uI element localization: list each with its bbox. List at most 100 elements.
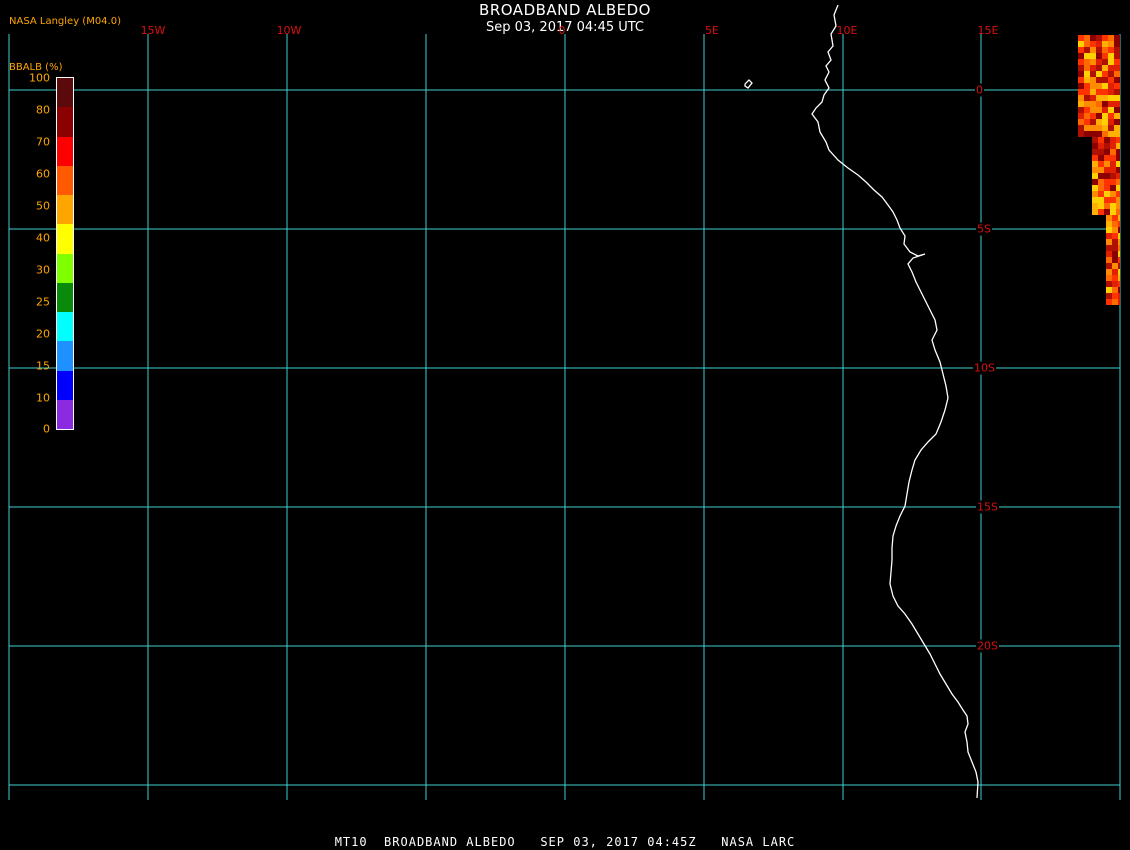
albedo-cell: [1114, 119, 1120, 125]
albedo-cell: [1098, 161, 1104, 167]
albedo-cell: [1078, 77, 1084, 83]
albedo-cell: [1118, 257, 1120, 263]
albedo-cell: [1084, 77, 1090, 83]
lat-label-10s: 10S: [973, 361, 996, 375]
albedo-cell: [1096, 71, 1102, 77]
albedo-cell: [1112, 215, 1118, 221]
albedo-cell: [1112, 245, 1118, 251]
albedo-cell: [1110, 149, 1116, 155]
albedo-data-swath: [1078, 35, 1120, 305]
albedo-cell: [1084, 53, 1090, 59]
albedo-cell: [1104, 167, 1110, 173]
lon-label-10w: 10W: [276, 24, 302, 37]
albedo-cell: [1104, 191, 1110, 197]
albedo-cell: [1096, 131, 1102, 137]
albedo-cell: [1104, 203, 1110, 209]
albedo-cell: [1108, 95, 1114, 101]
albedo-cell: [1098, 149, 1104, 155]
albedo-cell: [1096, 107, 1102, 113]
albedo-cell: [1108, 59, 1114, 65]
albedo-cell: [1078, 65, 1084, 71]
albedo-cell: [1110, 167, 1116, 173]
albedo-cell: [1104, 179, 1110, 185]
albedo-cell: [1098, 191, 1104, 197]
albedo-cell: [1102, 95, 1108, 101]
lat-label-20s: 20S: [976, 639, 999, 653]
albedo-cell: [1114, 77, 1120, 83]
albedo-cell: [1078, 95, 1084, 101]
albedo-cell: [1108, 41, 1114, 47]
albedo-cell: [1090, 47, 1096, 53]
albedo-cell: [1104, 137, 1110, 143]
albedo-cell: [1118, 281, 1120, 287]
albedo-cell: [1090, 53, 1096, 59]
albedo-cell: [1090, 65, 1096, 71]
albedo-cell: [1114, 35, 1120, 41]
legend-tick: 40: [36, 231, 50, 245]
albedo-cell: [1090, 107, 1096, 113]
legend-tick: 30: [36, 263, 50, 277]
albedo-cell: [1110, 161, 1116, 167]
albedo-cell: [1114, 59, 1120, 65]
albedo-cell: [1114, 113, 1120, 119]
albedo-cell: [1108, 125, 1114, 131]
albedo-cell: [1114, 95, 1120, 101]
albedo-cell: [1092, 179, 1098, 185]
albedo-cell: [1096, 119, 1102, 125]
albedo-cell: [1106, 221, 1112, 227]
albedo-cell: [1110, 137, 1116, 143]
albedo-cell: [1114, 101, 1120, 107]
albedo-cell: [1116, 191, 1120, 197]
albedo-cell: [1084, 101, 1090, 107]
albedo-cell: [1116, 179, 1120, 185]
albedo-cell: [1098, 203, 1104, 209]
albedo-cell: [1090, 35, 1096, 41]
legend-tick: 70: [36, 135, 50, 149]
albedo-cell: [1114, 71, 1120, 77]
albedo-cell: [1078, 83, 1084, 89]
albedo-cell: [1112, 269, 1118, 275]
albedo-cell: [1114, 65, 1120, 71]
albedo-cell: [1098, 167, 1104, 173]
albedo-cell: [1102, 77, 1108, 83]
legend-tick: 50: [36, 199, 50, 213]
albedo-cell: [1110, 185, 1116, 191]
albedo-cell: [1106, 275, 1112, 281]
albedo-cell: [1110, 179, 1116, 185]
albedo-cell: [1090, 77, 1096, 83]
albedo-cell: [1114, 41, 1120, 47]
albedo-cell: [1118, 269, 1120, 275]
albedo-cell: [1098, 197, 1104, 203]
albedo-cell: [1102, 41, 1108, 47]
albedo-cell: [1108, 107, 1114, 113]
albedo-cell: [1084, 83, 1090, 89]
albedo-cell: [1092, 197, 1098, 203]
albedo-cell: [1078, 89, 1084, 95]
albedo-cell: [1084, 47, 1090, 53]
albedo-cell: [1092, 143, 1098, 149]
albedo-cell: [1110, 143, 1116, 149]
albedo-cell: [1108, 77, 1114, 83]
albedo-cell: [1078, 125, 1084, 131]
legend-tick: 15: [36, 359, 50, 373]
albedo-cell: [1112, 299, 1118, 305]
albedo-cell: [1078, 41, 1084, 47]
albedo-cell: [1078, 59, 1084, 65]
albedo-cell: [1084, 89, 1090, 95]
albedo-cell: [1090, 71, 1096, 77]
albedo-cell: [1116, 143, 1120, 149]
albedo-cell: [1116, 155, 1120, 161]
albedo-cell: [1116, 203, 1120, 209]
legend-swatch: [57, 107, 73, 137]
albedo-cell: [1102, 107, 1108, 113]
albedo-cell: [1118, 287, 1120, 293]
albedo-cell: [1106, 245, 1112, 251]
albedo-cell: [1078, 35, 1084, 41]
albedo-cell: [1112, 293, 1118, 299]
albedo-cell: [1098, 173, 1104, 179]
albedo-cell: [1108, 53, 1114, 59]
legend-tick: 0: [43, 422, 50, 436]
albedo-cell: [1096, 125, 1102, 131]
albedo-cell: [1106, 257, 1112, 263]
albedo-cell: [1110, 155, 1116, 161]
